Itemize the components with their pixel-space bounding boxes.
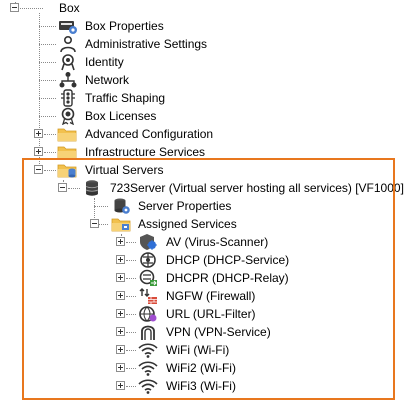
- tree-line: [39, 44, 56, 45]
- tree-node-label: Identity: [85, 55, 124, 69]
- tree-node-label: Box Properties: [85, 19, 164, 33]
- tree-line: [39, 26, 56, 27]
- expand-toggle[interactable]: [34, 129, 43, 138]
- tree-line: [39, 62, 56, 63]
- box-properties-icon: [58, 17, 78, 35]
- highlight-frame: [22, 158, 395, 400]
- license-seal-icon: [58, 107, 78, 125]
- tree-node-box-licenses[interactable]: Box Licenses: [56, 107, 256, 125]
- tree-node-traffic-shaping[interactable]: Traffic Shaping: [56, 89, 256, 107]
- tree-line: [39, 116, 56, 117]
- tree-node-administrative-settings[interactable]: Administrative Settings: [56, 35, 256, 53]
- tree-node-label: Advanced Configuration: [85, 127, 214, 141]
- tree-line: [39, 98, 56, 99]
- tree-node-network[interactable]: Network: [56, 71, 256, 89]
- network-icon: [58, 71, 78, 89]
- tree-node-label: Box: [59, 1, 80, 15]
- tree-node-label: Traffic Shaping: [85, 91, 166, 105]
- traffic-light-icon: [58, 89, 78, 107]
- tree-node-label: Network: [85, 73, 130, 87]
- tree-line: [39, 80, 56, 81]
- tree-node-advanced-configuration[interactable]: Advanced Configuration: [34, 125, 274, 143]
- tree-node-box-properties[interactable]: Box Properties: [56, 17, 256, 35]
- tree-node-box[interactable]: Box: [0, 0, 120, 18]
- tree-node-label: Box Licenses: [85, 109, 157, 123]
- folder-icon: [57, 125, 77, 143]
- collapse-toggle[interactable]: [10, 3, 19, 12]
- admin-user-icon: [58, 35, 78, 53]
- tree-node-identity[interactable]: Identity: [56, 53, 256, 71]
- tree-node-label: Administrative Settings: [85, 37, 208, 51]
- identity-icon: [58, 53, 78, 71]
- expand-toggle[interactable]: [34, 147, 43, 156]
- configuration-tree: Box Box Properties Administrative Settin…: [0, 0, 408, 406]
